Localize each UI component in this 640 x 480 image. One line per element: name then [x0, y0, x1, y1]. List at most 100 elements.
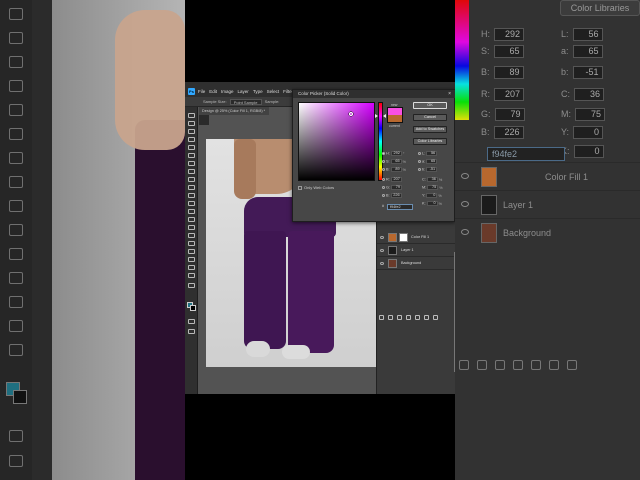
layer-name: Layer 1	[401, 248, 414, 252]
field-saturation[interactable]: S: 65%	[382, 159, 406, 164]
zoomed-pants	[135, 120, 185, 480]
field-hue[interactable]: H: 292 °	[382, 151, 404, 156]
layer-thumbnail	[388, 259, 397, 268]
field-lab-a[interactable]: a: 65	[418, 159, 438, 164]
path-select-tool-icon[interactable]	[188, 249, 195, 254]
screen-mode-icon[interactable]	[188, 329, 195, 334]
eraser-tool-icon[interactable]	[188, 201, 195, 206]
background-zoom-left	[0, 0, 185, 480]
lasso-tool-icon[interactable]	[188, 129, 195, 134]
radio-brightness[interactable]	[382, 168, 385, 171]
field-yellow[interactable]: Y: 0%	[422, 193, 442, 198]
zoomed-gradient-tool-icon	[9, 176, 23, 188]
document-tab[interactable]: Design @ 25% (Color Fill 1, RGB/8) *	[199, 107, 269, 115]
edit-toolbar-icon[interactable]	[188, 283, 195, 288]
sample-size-dropdown[interactable]: Point Sample	[229, 98, 262, 105]
current-color-swatch[interactable]	[387, 115, 403, 123]
color-libraries-button[interactable]: Color Libraries	[413, 138, 447, 145]
eyedropper-tool-icon[interactable]	[188, 161, 195, 166]
gradient-tool-icon[interactable]	[188, 209, 195, 214]
add-to-swatches-button[interactable]: Add to Swatches	[413, 126, 447, 133]
type-tool-icon[interactable]	[188, 241, 195, 246]
add-mask-icon[interactable]	[397, 315, 402, 320]
healing-tool-icon[interactable]	[188, 169, 195, 174]
menu-type[interactable]: Type	[253, 89, 263, 94]
hue-slider-right-arrow-icon[interactable]	[383, 114, 386, 118]
shape-tool-icon[interactable]	[188, 257, 195, 262]
only-web-colors-checkbox[interactable]: Only Web Colors	[298, 185, 334, 190]
menu-layer[interactable]: Layer	[238, 89, 249, 94]
zoomed-new-layer-icon	[549, 360, 559, 370]
layer-1[interactable]: Layer 1	[377, 244, 455, 257]
saturation-brightness-field[interactable]	[298, 102, 375, 181]
field-magenta[interactable]: M: 75%	[422, 185, 443, 190]
field-brightness[interactable]: B: 89%	[382, 167, 406, 172]
tools-panel	[185, 107, 198, 394]
hue-slider-left-arrow-icon[interactable]	[375, 114, 378, 118]
zoomed-brush-tool-icon	[9, 80, 23, 92]
field-lab-l[interactable]: L: 56	[418, 151, 438, 156]
stamp-tool-icon[interactable]	[188, 185, 195, 190]
field-cyan[interactable]: C: 36%	[422, 177, 442, 182]
field-red[interactable]: R: 207	[382, 177, 402, 182]
fx-icon[interactable]	[388, 315, 393, 320]
radio-green[interactable]	[382, 186, 385, 189]
background-color-swatch[interactable]	[190, 305, 196, 311]
menu-file[interactable]: File	[198, 89, 205, 94]
radio-blue[interactable]	[382, 194, 385, 197]
fill-layer-thumbnail	[388, 233, 397, 242]
visibility-eye-icon[interactable]	[380, 236, 384, 239]
color-selector-circle[interactable]	[349, 112, 353, 116]
marquee-tool-icon[interactable]	[188, 121, 195, 126]
field-black[interactable]: K: 0%	[422, 201, 442, 206]
quick-select-tool-icon[interactable]	[188, 137, 195, 142]
layer-name: Background	[401, 261, 422, 265]
zoom-tool-icon[interactable]	[188, 273, 195, 278]
new-group-icon[interactable]	[415, 315, 420, 320]
layer-color-fill-1[interactable]: Color Fill 1	[377, 231, 455, 244]
menu-select[interactable]: Select	[267, 89, 280, 94]
close-icon[interactable]: ×	[448, 90, 451, 98]
scrollbar[interactable]	[454, 252, 455, 372]
link-layers-icon[interactable]	[379, 315, 384, 320]
dialog-title: Color Picker (Solid Color)	[293, 90, 455, 98]
radio-lab-l[interactable]	[418, 152, 421, 155]
hex-label: #	[382, 204, 385, 208]
zoomed-field-g: G: 79	[481, 108, 525, 121]
new-layer-icon[interactable]	[424, 315, 429, 320]
radio-saturation[interactable]	[382, 160, 385, 163]
zoomed-fx-icon	[477, 360, 487, 370]
visibility-eye-icon[interactable]	[380, 249, 384, 252]
hand-tool-icon[interactable]	[188, 265, 195, 270]
brush-tool-icon[interactable]	[188, 177, 195, 182]
dodge-tool-icon[interactable]	[188, 225, 195, 230]
quick-mask-icon[interactable]	[188, 319, 195, 324]
panel-collapse-icon[interactable]	[199, 115, 209, 125]
field-blue[interactable]: B: 226	[382, 193, 402, 198]
radio-lab-a[interactable]	[418, 160, 421, 163]
trash-icon[interactable]	[433, 315, 438, 320]
history-brush-icon[interactable]	[188, 193, 195, 198]
radio-red[interactable]	[382, 178, 385, 181]
hex-input[interactable]: f94fe2	[387, 204, 413, 210]
checkbox-box[interactable]	[298, 185, 302, 190]
layer-background[interactable]: Background	[377, 257, 455, 270]
crop-tool-icon[interactable]	[188, 145, 195, 150]
pen-tool-icon[interactable]	[188, 233, 195, 238]
zoomed-dodge-tool-icon	[9, 224, 23, 236]
cancel-button[interactable]: Cancel	[413, 114, 447, 121]
radio-hue[interactable]	[382, 152, 385, 155]
move-tool-icon[interactable]	[188, 113, 195, 118]
frame-tool-icon[interactable]	[188, 153, 195, 158]
menu-edit[interactable]: Edit	[209, 89, 217, 94]
field-lab-b[interactable]: b: -51	[418, 167, 438, 172]
visibility-eye-icon[interactable]	[380, 262, 384, 265]
field-green[interactable]: G: 79	[382, 185, 403, 190]
blur-tool-icon[interactable]	[188, 217, 195, 222]
zoomed-background-color	[13, 390, 27, 404]
ok-button[interactable]: OK	[413, 102, 447, 109]
adjustment-layer-icon[interactable]	[406, 315, 411, 320]
menu-image[interactable]: Image	[221, 89, 234, 94]
radio-lab-b[interactable]	[418, 168, 421, 171]
layers-bottom-bar	[377, 308, 455, 320]
